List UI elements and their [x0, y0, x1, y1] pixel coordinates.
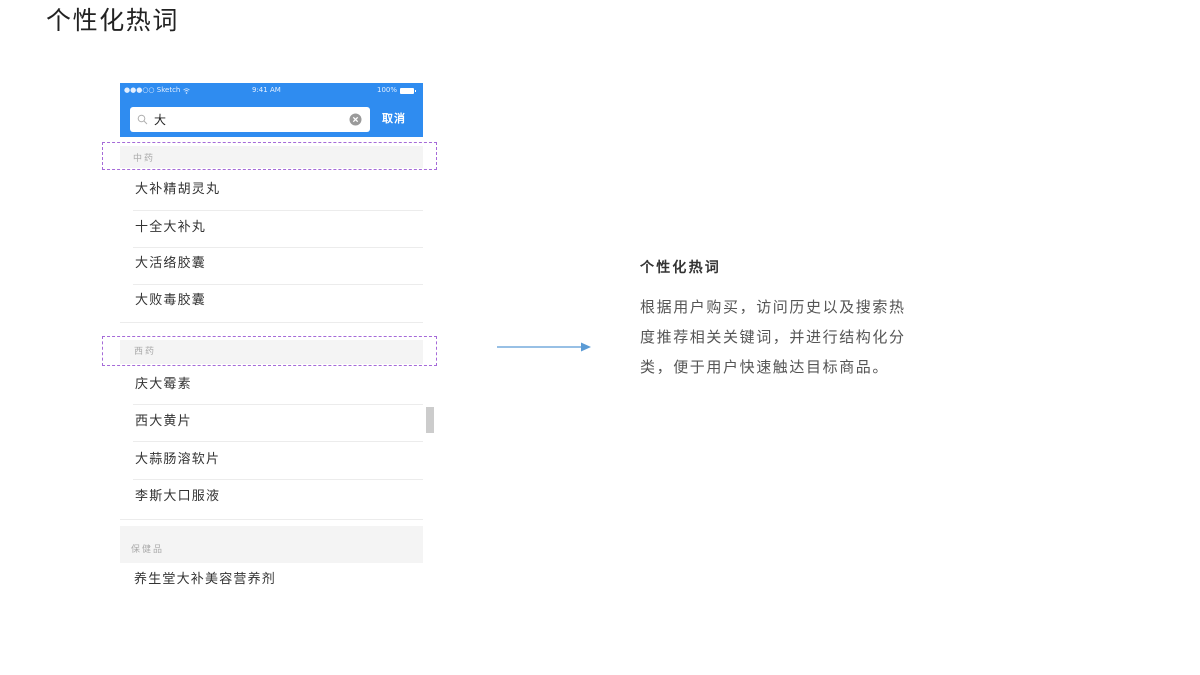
list-item[interactable]: 大补精胡灵丸	[135, 182, 220, 198]
status-time: 9:41 AM	[252, 86, 281, 94]
status-carrier: ●●●○○ Sketch	[124, 86, 191, 95]
divider	[120, 322, 423, 323]
section-header-bg	[120, 526, 423, 563]
list-item[interactable]: 大活络胶囊	[135, 256, 206, 272]
divider	[133, 441, 423, 442]
scrollbar[interactable]	[426, 407, 434, 433]
divider	[133, 247, 423, 248]
section-header-health: 保健品	[131, 545, 165, 555]
suggestion-list: 中药 大补精胡灵丸 十全大补丸 大活络胶囊 大败毒胶囊 西药 庆大霉素 西大黄片…	[120, 137, 423, 595]
battery-icon	[400, 87, 417, 94]
page-title: 个性化热词	[46, 6, 180, 35]
description-heading: 个性化热词	[640, 260, 721, 276]
carrier-label: ●●●○○ Sketch	[124, 86, 181, 94]
divider	[133, 210, 423, 211]
description-line: 根据用户购买，访问历史以及搜索热	[640, 298, 906, 316]
divider	[133, 284, 423, 285]
list-item[interactable]: 大败毒胶囊	[135, 293, 206, 309]
clear-icon[interactable]	[349, 113, 362, 126]
list-item[interactable]: 十全大补丸	[135, 220, 206, 236]
search-icon	[137, 114, 148, 125]
search-bar[interactable]	[130, 107, 370, 132]
highlight-box-tcm	[102, 142, 437, 170]
battery-label: 100%	[377, 86, 398, 94]
list-item[interactable]: 庆大霉素	[135, 377, 192, 393]
list-item[interactable]: 西大黄片	[135, 414, 192, 430]
list-item[interactable]: 李斯大口服液	[135, 489, 220, 505]
list-item[interactable]: 大蒜肠溶软片	[135, 452, 220, 468]
divider	[133, 404, 423, 405]
list-item[interactable]: 养生堂大补美容营养剂	[134, 572, 276, 588]
wifi-icon	[183, 87, 191, 94]
search-header: ●●●○○ Sketch 9:41 AM 100% 取消	[120, 83, 423, 137]
divider	[133, 479, 423, 480]
divider	[120, 519, 423, 520]
description-line: 类，便于用户快速触达目标商品。	[640, 358, 890, 376]
arrow-right-icon	[497, 342, 591, 352]
search-input[interactable]	[154, 107, 339, 132]
description-line: 度推荐相关关键词，并进行结构化分	[640, 328, 906, 346]
highlight-box-western	[102, 336, 437, 366]
status-battery: 100%	[377, 86, 417, 95]
cancel-button[interactable]: 取消	[382, 112, 406, 126]
